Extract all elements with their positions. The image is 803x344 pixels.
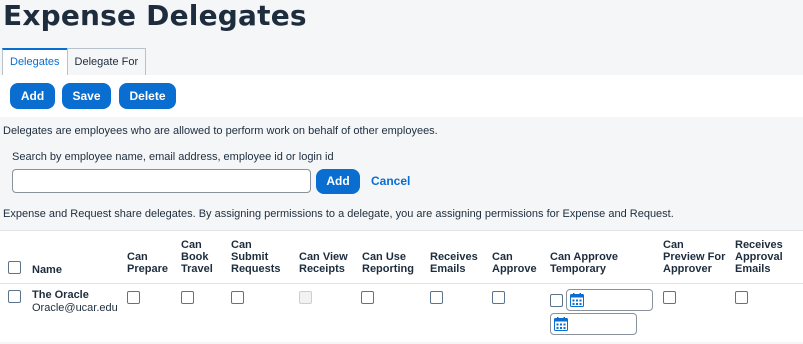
- save-button[interactable]: Save: [62, 83, 111, 109]
- header-text: Approve: [492, 263, 537, 275]
- header-text: Can Approve: [550, 251, 619, 263]
- calendar-icon[interactable]: [570, 293, 584, 307]
- header-name: Name: [32, 264, 62, 276]
- header-can-view-receipts: Can View Receipts: [299, 251, 348, 275]
- header-receives-approval-emails: Receives Approval Emails: [735, 239, 783, 275]
- search-label: Search by employee name, email address, …: [12, 151, 334, 163]
- share-delegates-note: Expense and Request share delegates. By …: [3, 208, 674, 220]
- header-can-approve-temporary: Can Approve Temporary: [550, 251, 618, 275]
- delegates-table: Name Can Prepare Can Book Travel Can Sub…: [0, 230, 803, 342]
- header-can-submit-requests: Can Submit Requests: [231, 239, 281, 275]
- header-can-prepare: Can Prepare: [127, 251, 168, 275]
- employee-search-input[interactable]: [12, 169, 311, 193]
- header-text: Can: [127, 251, 148, 263]
- tab-delegate-for[interactable]: Delegate For: [66, 48, 147, 75]
- header-text: Preview For: [663, 251, 726, 263]
- header-text: Approval: [735, 251, 783, 263]
- header-text: Receipts: [299, 263, 345, 275]
- header-text: Can: [181, 239, 202, 251]
- calendar-icon[interactable]: [554, 317, 568, 331]
- header-can-preview-for-approver: Can Preview For Approver: [663, 239, 725, 275]
- header-text: Book: [181, 251, 209, 263]
- delegates-info-text: Delegates are employees who are allowed …: [3, 125, 438, 137]
- approve-temp-end-date[interactable]: [550, 313, 637, 335]
- header-text: Approver: [663, 263, 712, 275]
- add-button[interactable]: Add: [10, 83, 55, 109]
- header-text: Can View: [299, 251, 348, 263]
- can-book-travel-checkbox[interactable]: [181, 291, 194, 304]
- search-add-button[interactable]: Add: [316, 169, 360, 194]
- approve-temp-start-date[interactable]: [566, 289, 653, 311]
- header-text: Requests: [231, 263, 281, 275]
- can-use-reporting-checkbox[interactable]: [361, 291, 374, 304]
- header-text: Can: [492, 251, 513, 263]
- receives-emails-checkbox[interactable]: [430, 291, 443, 304]
- header-text: Can: [663, 239, 684, 251]
- delegate-name: The Oracle: [32, 289, 89, 301]
- header-text: Emails: [735, 263, 771, 275]
- header-text: Temporary: [550, 263, 607, 275]
- select-all-checkbox[interactable]: [8, 261, 21, 274]
- header-can-use-reporting: Can Use Reporting: [362, 251, 414, 275]
- can-approve-temporary-checkbox[interactable]: [550, 294, 563, 307]
- header-divider: [0, 283, 803, 284]
- header-text: Can: [231, 239, 252, 251]
- tab-bar: Delegates Delegate For: [2, 48, 147, 76]
- can-view-receipts-checkbox: [299, 291, 312, 304]
- can-approve-checkbox[interactable]: [492, 291, 505, 304]
- header-text: Can Use: [362, 251, 407, 263]
- header-text: Emails: [430, 263, 466, 275]
- header-text: Travel: [181, 263, 213, 275]
- page-title: Expense Delegates: [3, 0, 307, 32]
- can-preview-for-approver-checkbox[interactable]: [663, 291, 676, 304]
- receives-approval-emails-checkbox[interactable]: [735, 291, 748, 304]
- toolbar: Add Save Delete: [0, 75, 803, 117]
- can-prepare-checkbox[interactable]: [127, 291, 140, 304]
- delete-button[interactable]: Delete: [119, 83, 176, 109]
- header-text: Prepare: [127, 263, 168, 275]
- header-receives-emails: Receives Emails: [430, 251, 478, 275]
- delegate-email: Oracle@ucar.edu: [32, 302, 118, 314]
- header-text: Receives: [735, 239, 783, 251]
- cancel-link[interactable]: Cancel: [371, 174, 410, 188]
- tab-delegates[interactable]: Delegates: [2, 48, 68, 76]
- header-text: Reporting: [362, 263, 414, 275]
- header-text: Receives: [430, 251, 478, 263]
- header-text: Submit: [231, 251, 269, 263]
- row-select-checkbox[interactable]: [8, 290, 21, 303]
- can-submit-requests-checkbox[interactable]: [231, 291, 244, 304]
- header-can-approve: Can Approve: [492, 251, 537, 275]
- header-can-book-travel: Can Book Travel: [181, 239, 213, 275]
